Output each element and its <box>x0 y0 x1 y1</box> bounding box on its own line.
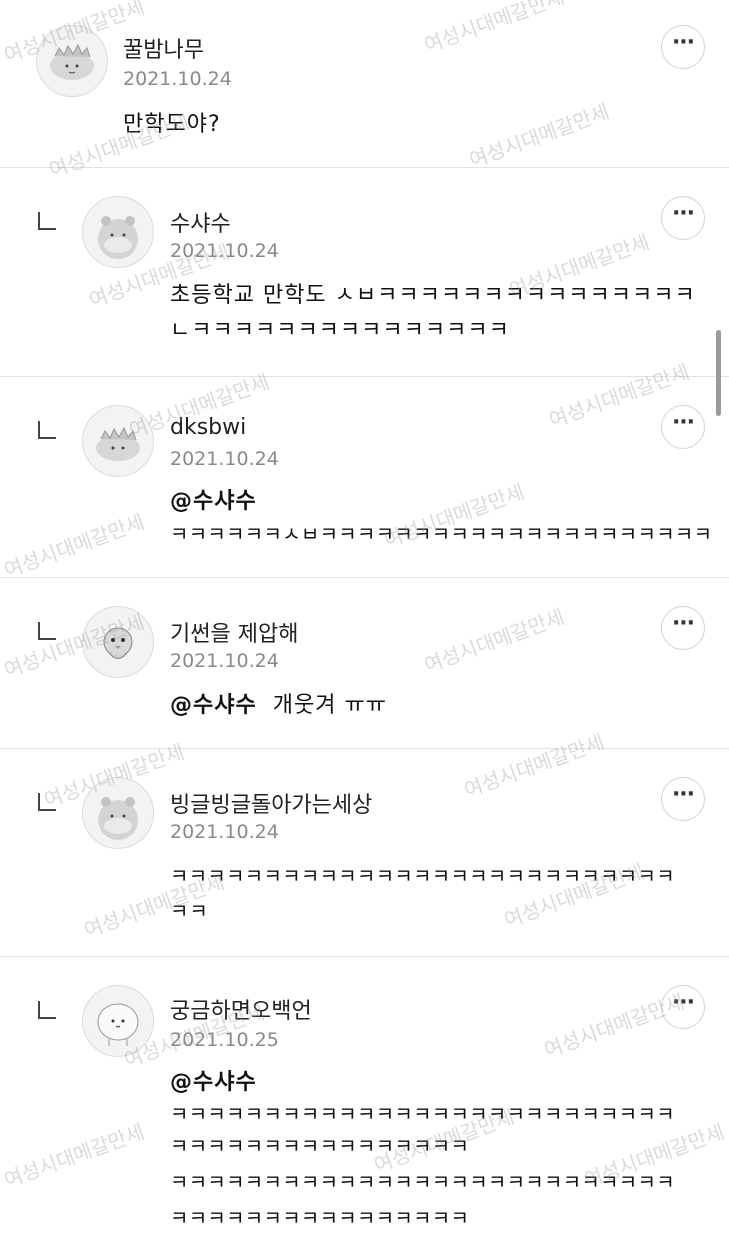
comment-text: 만학도야? <box>123 112 221 137</box>
comment-text: ㅋㅋ <box>170 899 209 923</box>
comment-mention[interactable]: @수샤수 <box>170 484 257 519</box>
reply-arrow-icon <box>38 1001 56 1019</box>
comment-date: 2021.10.25 <box>170 1029 279 1051</box>
comment-author[interactable]: 빙글빙글돌아가는세상 <box>170 787 372 819</box>
more-options-button[interactable]: ··· <box>661 196 705 240</box>
bean-avatar[interactable] <box>82 985 154 1057</box>
reply-arrow-icon <box>38 421 56 439</box>
hamster-avatar[interactable] <box>82 777 154 849</box>
comment-date: 2021.10.24 <box>170 448 279 470</box>
comment-author[interactable]: dksbwi <box>170 415 246 440</box>
comment-text: ㄴㅋㅋㅋㅋㅋㅋㅋㅋㅋㅋㅋㅋㅋㅋㅋ <box>170 318 510 343</box>
comment-date: 2021.10.24 <box>123 68 232 90</box>
watermark: 여성시대메갈만세 <box>0 509 148 583</box>
comment-text: ㅋㅋㅋㅋㅋㅋㅋㅋㅋㅋㅋㅋㅋㅋㅋㅋ <box>170 1134 470 1158</box>
reply-arrow-icon <box>38 622 56 640</box>
reply-arrow-icon <box>38 793 56 811</box>
comment-text: ㅋㅋㅋㅋㅋㅋㅅㅂㅋㅋㅋㅋㅋㅋㅋㅋㅋㅋㅋㅋㅋㅋㅋㅋㅋㅋㅋㅋㅋ <box>170 522 713 546</box>
dino-avatar[interactable] <box>36 25 108 97</box>
watermark: 여성시대메갈만세 <box>0 1119 148 1193</box>
divider <box>0 376 729 377</box>
divider <box>0 956 729 957</box>
comment-text: ㅋㅋㅋㅋㅋㅋㅋㅋㅋㅋㅋㅋㅋㅋㅋㅋㅋㅋㅋㅋㅋㅋㅋㅋㅋㅋㅋ <box>170 1170 675 1194</box>
comment-date: 2021.10.24 <box>170 650 279 672</box>
more-options-button[interactable]: ··· <box>661 985 705 1029</box>
hamster-avatar[interactable] <box>82 196 154 268</box>
more-options-icon: ··· <box>671 782 695 807</box>
watermark: 여성시대메갈만세 <box>420 0 568 58</box>
divider <box>0 167 729 168</box>
more-options-button[interactable]: ··· <box>661 405 705 449</box>
comment-text: ㅋㅋㅋㅋㅋㅋㅋㅋㅋㅋㅋㅋㅋㅋㅋㅋ <box>170 1206 470 1230</box>
divider <box>0 577 729 578</box>
comment-author[interactable]: 꿀밤나무 <box>123 32 204 64</box>
more-options-button[interactable]: ··· <box>661 606 705 650</box>
comment-author[interactable]: 기썬을 제압해 <box>170 616 298 648</box>
more-options-button[interactable]: ··· <box>661 25 705 69</box>
comment-text-content: 개웃겨 ㅠㅠ <box>272 693 387 718</box>
reply-arrow-icon <box>38 212 56 230</box>
more-options-icon: ··· <box>671 201 695 226</box>
comment-text: @수샤수 개웃겨 ㅠㅠ <box>170 688 387 723</box>
scrollbar[interactable] <box>716 330 721 416</box>
watermark: 여성시대메갈만세 <box>460 729 608 803</box>
more-options-icon: ··· <box>671 30 695 55</box>
comment-text: 초등학교 만학도 ㅅㅂㅋㅋㅋㅋㅋㅋㅋㅋㅋㅋㅋㅋㅋㅋㅋ <box>170 283 696 308</box>
comment-author[interactable]: 수샤수 <box>170 206 231 238</box>
comment-mention[interactable]: @수샤수 <box>170 693 257 718</box>
comment-date: 2021.10.24 <box>170 240 279 262</box>
watermark: 여성시대메갈만세 <box>420 604 568 678</box>
dino-avatar[interactable] <box>82 405 154 477</box>
more-options-icon: ··· <box>671 611 695 636</box>
more-options-button[interactable]: ··· <box>661 777 705 821</box>
comment-date: 2021.10.24 <box>170 821 279 843</box>
comment-text: ㅋㅋㅋㅋㅋㅋㅋㅋㅋㅋㅋㅋㅋㅋㅋㅋㅋㅋㅋㅋㅋㅋㅋㅋㅋㅋㅋ <box>170 864 675 888</box>
divider <box>0 748 729 749</box>
more-options-icon: ··· <box>671 990 695 1015</box>
comment-author[interactable]: 궁금하면오백언 <box>170 993 312 1025</box>
watermark: 여성시대메갈만세 <box>465 99 613 173</box>
more-options-icon: ··· <box>671 410 695 435</box>
comment-text: ㅋㅋㅋㅋㅋㅋㅋㅋㅋㅋㅋㅋㅋㅋㅋㅋㅋㅋㅋㅋㅋㅋㅋㅋㅋㅋㅋ <box>170 1102 675 1126</box>
comment-mention[interactable]: @수샤수 <box>170 1065 257 1100</box>
chick-avatar[interactable] <box>82 606 154 678</box>
